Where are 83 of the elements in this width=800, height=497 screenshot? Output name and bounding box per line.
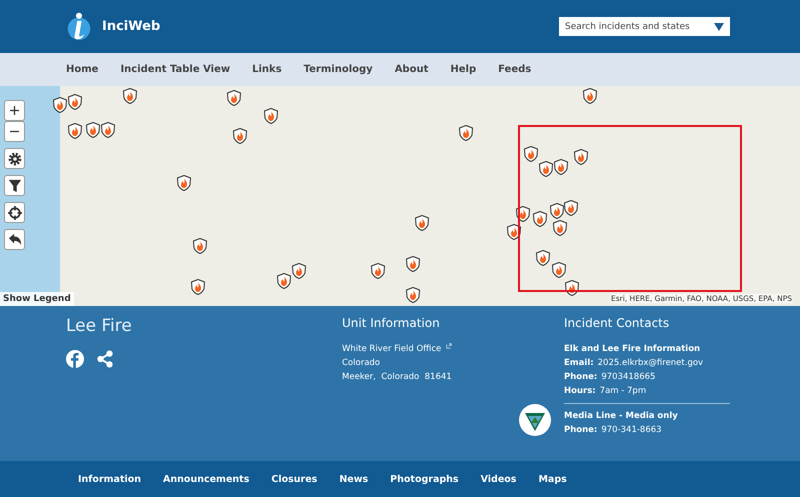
fire-marker-icon[interactable] <box>191 279 205 295</box>
nav-link[interactable]: Home <box>66 64 98 75</box>
contact-value: 7am - 7pm <box>600 385 646 397</box>
fire-marker-icon[interactable] <box>371 263 385 279</box>
zoom-out-button[interactable] <box>4 121 25 142</box>
section-tab[interactable]: Photographs <box>390 474 459 484</box>
fire-marker-icon[interactable] <box>292 263 306 279</box>
site-name[interactable]: InciWeb <box>102 19 160 34</box>
media-contact-name: Media Line - Media only <box>564 410 678 422</box>
search-field[interactable]: Search incidents and states <box>559 17 730 36</box>
plus-icon <box>10 106 19 115</box>
section-tab[interactable]: News <box>339 474 368 484</box>
nav-link[interactable]: Links <box>252 64 282 75</box>
contact-label: Email: <box>564 357 594 369</box>
fire-marker-icon[interactable] <box>264 108 278 124</box>
settings-button[interactable] <box>4 148 25 169</box>
contact-name: Elk and Lee Fire Information <box>564 343 702 355</box>
incident-title: Lee Fire <box>66 316 133 336</box>
contact-label: Hours: <box>564 385 596 397</box>
locate-button[interactable] <box>4 202 25 223</box>
unit-state: Colorado <box>342 357 381 369</box>
zoom-in-button[interactable] <box>4 100 25 121</box>
nav-link[interactable]: Incident Table View <box>120 64 230 75</box>
fire-marker-icon[interactable] <box>554 159 568 175</box>
facebook-icon[interactable] <box>66 350 84 368</box>
nav-link[interactable]: Terminology <box>304 64 373 75</box>
fire-marker-icon[interactable] <box>550 203 564 219</box>
fire-marker-icon[interactable] <box>227 90 241 106</box>
contact-value: 970-341-8663 <box>601 424 662 436</box>
filter-button[interactable] <box>4 175 25 196</box>
logo-icon <box>66 12 92 42</box>
section-tab[interactable]: Videos <box>480 474 516 484</box>
fire-marker-icon[interactable] <box>459 125 473 141</box>
back-button[interactable] <box>4 229 25 250</box>
fire-marker-icon[interactable] <box>552 262 566 278</box>
section-heading: Incident Contacts <box>564 316 670 330</box>
fire-marker-icon[interactable] <box>553 220 567 236</box>
back-arrow-icon <box>8 232 22 246</box>
fire-marker-icon[interactable] <box>533 211 547 227</box>
fire-marker-icon[interactable] <box>565 280 579 296</box>
contact-label: Phone: <box>564 371 598 383</box>
fire-marker-icon[interactable] <box>507 224 521 240</box>
fire-marker-icon[interactable] <box>415 215 429 231</box>
fire-marker-icon[interactable] <box>233 128 247 144</box>
settings-icon <box>8 152 22 166</box>
fire-marker-icon[interactable] <box>536 250 550 266</box>
fire-marker-icon[interactable] <box>539 161 553 177</box>
nav-link[interactable]: Feeds <box>498 64 532 75</box>
fire-marker-icon[interactable] <box>123 88 137 104</box>
external-link-icon <box>446 343 452 349</box>
fire-marker-icon[interactable] <box>193 238 207 254</box>
fire-marker-icon[interactable] <box>177 175 191 191</box>
fire-marker-icon[interactable] <box>86 122 100 138</box>
fire-marker-icon[interactable] <box>406 256 420 272</box>
nav-link[interactable]: Help <box>450 64 476 75</box>
fire-marker-icon[interactable] <box>516 206 530 222</box>
fire-marker-icon[interactable] <box>524 146 538 162</box>
share-icon[interactable] <box>96 350 114 368</box>
contact-value: 9703418665 <box>601 371 656 383</box>
fire-marker-icon[interactable] <box>53 97 67 113</box>
filter-icon <box>8 178 22 192</box>
section-tab[interactable]: Maps <box>538 474 567 484</box>
fire-marker-icon[interactable] <box>406 287 420 303</box>
unit-address: Meeker, Colorado 81641 <box>342 371 453 383</box>
section-heading: Unit Information <box>342 316 441 330</box>
fire-marker-icon[interactable] <box>68 94 82 110</box>
fire-marker-icon[interactable] <box>574 149 588 165</box>
contact-value: 2025.elkrbx@firenet.gov <box>598 357 704 369</box>
nav-link[interactable]: About <box>394 64 428 75</box>
dropdown-caret-icon <box>714 23 724 31</box>
section-tab[interactable]: Closures <box>271 474 318 484</box>
fire-marker-icon[interactable] <box>583 88 597 104</box>
show-legend-button[interactable]: Show Legend <box>0 292 74 306</box>
fire-marker-icon[interactable] <box>101 122 115 138</box>
contact-label: Phone: <box>564 424 598 436</box>
section-tab[interactable]: Information <box>78 474 142 484</box>
crosshair-icon <box>8 206 22 220</box>
fire-marker-icon[interactable] <box>277 273 291 289</box>
fire-marker-icon[interactable] <box>564 200 578 216</box>
fire-marker-icon[interactable] <box>68 123 82 139</box>
agency-logo-icon <box>519 404 551 436</box>
section-tab[interactable]: Announcements <box>163 474 250 484</box>
unit-office-link[interactable]: White River Field Office <box>342 343 442 355</box>
